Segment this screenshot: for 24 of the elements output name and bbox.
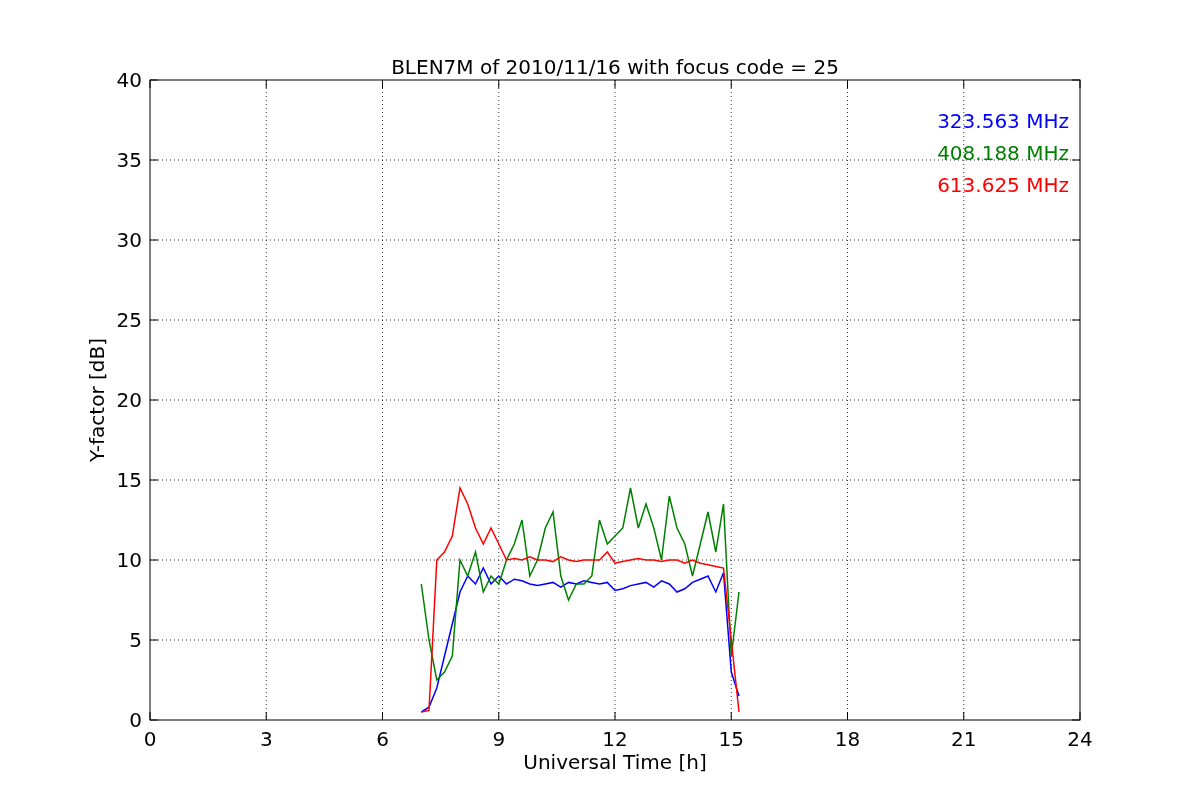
legend-label: 408.188 MHz: [937, 141, 1069, 165]
x-tick-label: 18: [834, 727, 861, 751]
y-tick-label: 0: [129, 708, 142, 732]
x-axis-label: Universal Time [h]: [523, 750, 707, 774]
x-tick-label: 12: [602, 727, 628, 751]
y-tick-label: 10: [116, 548, 142, 572]
y-tick-label: 15: [116, 468, 142, 492]
y-tick-label: 40: [116, 68, 142, 92]
x-tick-label: 24: [1067, 727, 1093, 751]
chart-title: BLEN7M of 2010/11/16 with focus code = 25: [391, 55, 839, 79]
x-tick-label: 3: [259, 727, 273, 751]
x-tick-label: 21: [951, 727, 977, 751]
legend-label: 323.563 MHz: [937, 109, 1069, 133]
y-tick-label: 30: [116, 228, 142, 252]
legend-label: 613.625 MHz: [937, 173, 1069, 197]
y-tick-label: 25: [116, 308, 142, 332]
y-axis-label: Y-factor [dB]: [85, 338, 109, 462]
x-tick-label: 9: [492, 727, 506, 751]
x-tick-label: 0: [143, 727, 157, 751]
y-tick-label: 5: [129, 628, 142, 652]
x-tick-label: 6: [376, 727, 389, 751]
y-tick-label: 35: [116, 148, 142, 172]
y-tick-label: 20: [116, 388, 142, 412]
x-tick-label: 15: [718, 727, 744, 751]
